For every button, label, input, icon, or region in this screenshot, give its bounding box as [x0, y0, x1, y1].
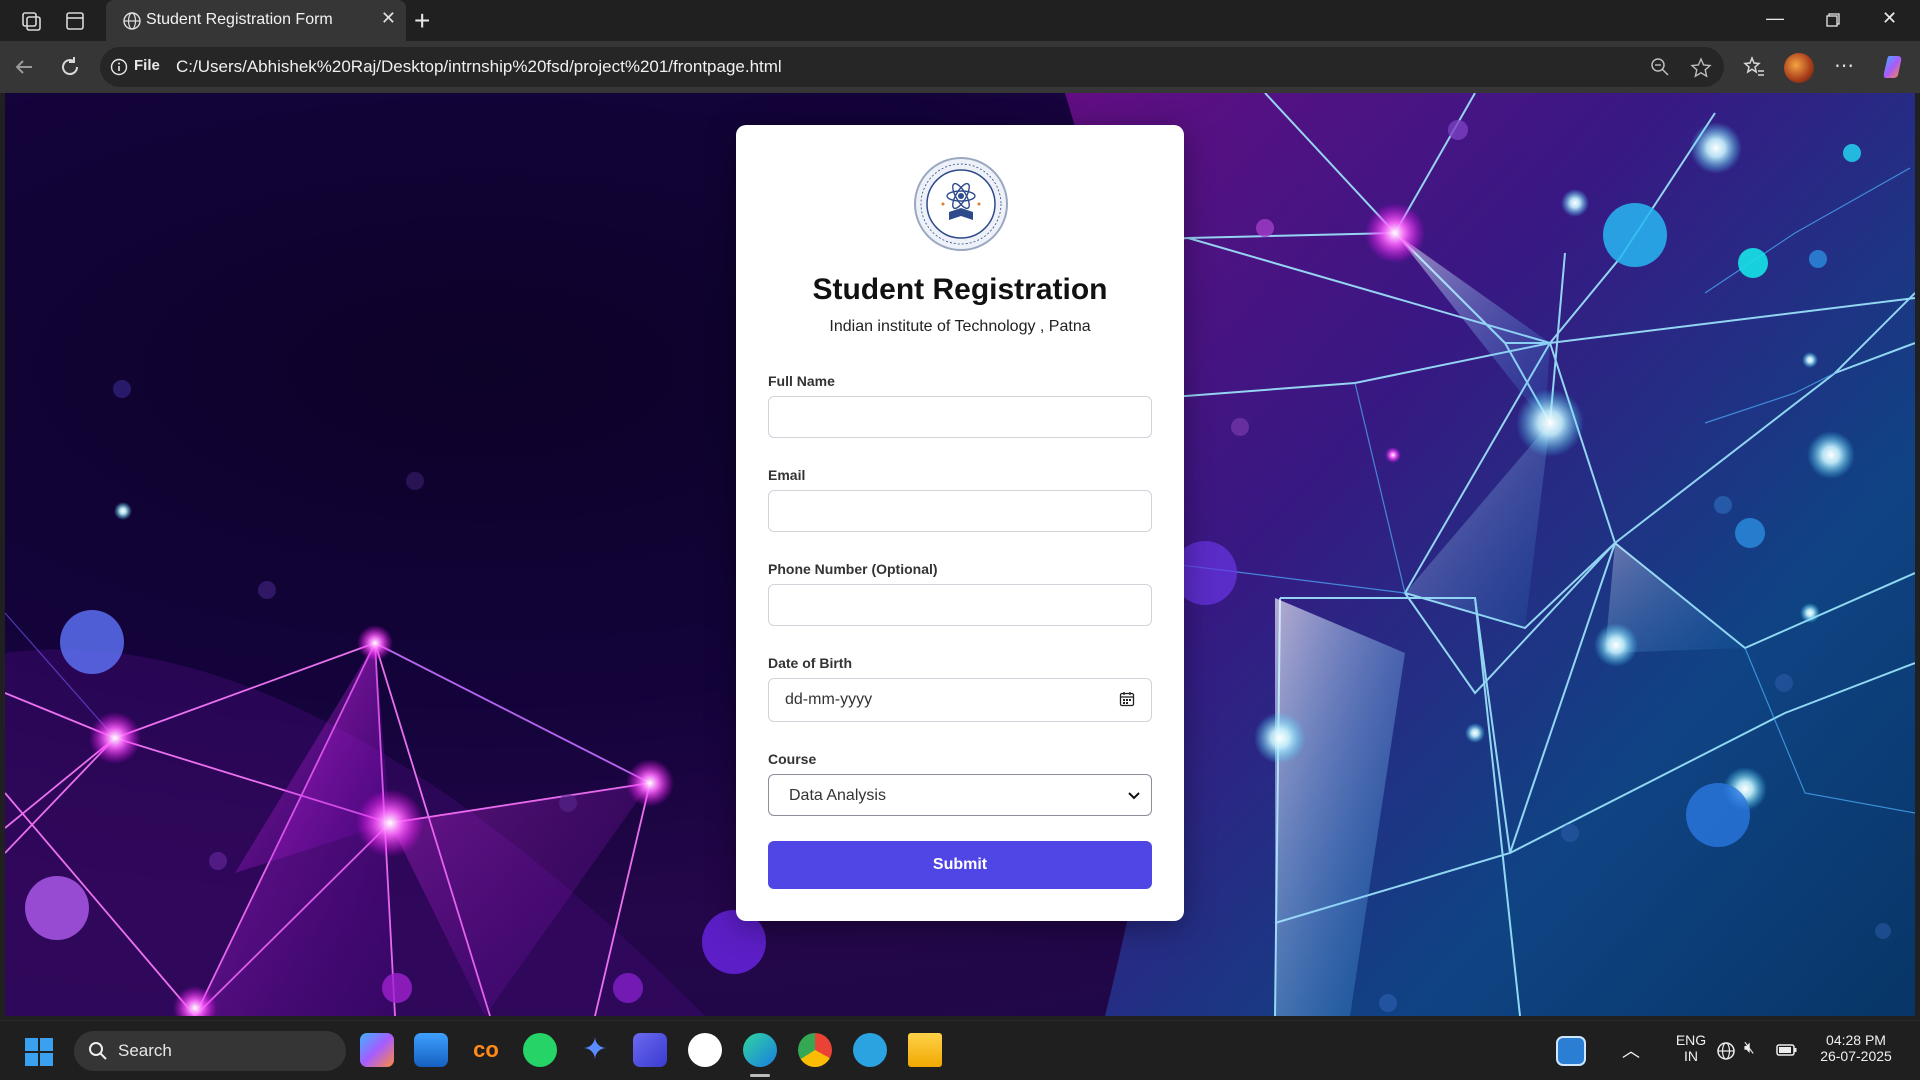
- minimize-icon[interactable]: —: [1766, 8, 1784, 29]
- coursera-icon[interactable]: co: [469, 1033, 503, 1067]
- submit-button[interactable]: Submit: [768, 841, 1152, 889]
- file-explorer-icon[interactable]: [908, 1033, 942, 1067]
- gemini-icon[interactable]: ✦: [578, 1033, 612, 1067]
- workspaces-icon[interactable]: [18, 8, 44, 34]
- network-icon[interactable]: [1716, 1041, 1736, 1061]
- copilot-icon[interactable]: [1880, 53, 1908, 81]
- active-app-indicator: [750, 1074, 770, 1077]
- email-input[interactable]: [768, 490, 1152, 532]
- new-tab-icon[interactable]: +: [414, 5, 430, 37]
- copilot-app-icon[interactable]: [360, 1033, 394, 1067]
- taskbar-search[interactable]: Search: [74, 1031, 346, 1071]
- form-subtitle: Indian institute of Technology , Patna: [829, 318, 1091, 335]
- course-label: Course: [768, 751, 817, 767]
- course-selected-value: Data Analysis: [789, 787, 886, 804]
- globe-icon: [123, 12, 141, 30]
- close-tab-icon[interactable]: ✕: [381, 8, 396, 29]
- course-select[interactable]: Data Analysis: [768, 774, 1152, 816]
- restore-icon[interactable]: [1826, 13, 1840, 27]
- windows-taskbar: Search co ✦ ︿ ENG IN 🔇︎ 04:28 PM 26-07-2…: [0, 1020, 1920, 1080]
- edge-icon[interactable]: [743, 1033, 777, 1067]
- file-scheme-label: File: [134, 57, 160, 74]
- clock-date: 26-07-2025: [1820, 1048, 1892, 1064]
- dob-placeholder: dd-mm-yyyy: [785, 691, 873, 708]
- page-viewport: Student Registration Indian institute of…: [5, 93, 1915, 1016]
- search-icon: [89, 1042, 107, 1060]
- battery-icon[interactable]: [1776, 1041, 1798, 1059]
- close-window-icon[interactable]: ✕: [1882, 8, 1897, 29]
- address-input[interactable]: File C:/Users/Abhishek%20Raj/Desktop/int…: [100, 47, 1724, 87]
- chrome-icon[interactable]: [798, 1033, 832, 1067]
- full-name-label: Full Name: [768, 373, 835, 389]
- registration-form-card: Student Registration Indian institute of…: [736, 125, 1184, 921]
- calendar-icon[interactable]: [1119, 691, 1135, 707]
- active-tab[interactable]: Student Registration Form ✕: [106, 0, 406, 41]
- form-title: Student Registration: [812, 273, 1108, 306]
- url-text: C:/Users/Abhishek%20Raj/Desktop/intrnshi…: [176, 57, 782, 76]
- browser-tab-bar: Student Registration Form ✕ + — ✕: [0, 0, 1920, 41]
- phone-input[interactable]: [768, 584, 1152, 626]
- info-icon[interactable]: [110, 58, 128, 76]
- dob-input[interactable]: dd-mm-yyyy: [768, 678, 1152, 722]
- institute-logo: [914, 157, 1008, 251]
- language-code: ENG: [1675, 1032, 1707, 1048]
- widgets-icon[interactable]: [1556, 1036, 1586, 1066]
- more-options-icon[interactable]: ⋯: [1834, 53, 1855, 78]
- telegram-icon[interactable]: [853, 1033, 887, 1067]
- email-label: Email: [768, 467, 806, 483]
- media-app-icon[interactable]: [414, 1033, 448, 1067]
- visual-studio-icon[interactable]: [633, 1033, 667, 1067]
- phone-label: Phone Number (Optional): [768, 561, 938, 577]
- favorites-icon[interactable]: [1740, 53, 1768, 81]
- whatsapp-icon[interactable]: [523, 1033, 557, 1067]
- chevron-down-icon: [1128, 792, 1140, 800]
- dob-label: Date of Birth: [768, 655, 852, 671]
- refresh-icon[interactable]: [56, 53, 84, 81]
- back-icon[interactable]: [10, 53, 38, 81]
- windows-start-icon[interactable]: [24, 1037, 54, 1067]
- language-indicator[interactable]: ENG IN: [1666, 1032, 1716, 1064]
- tab-actions-icon[interactable]: [62, 8, 88, 34]
- address-bar-row: File C:/Users/Abhishek%20Raj/Desktop/int…: [0, 41, 1920, 93]
- clock-time: 04:28 PM: [1826, 1032, 1886, 1048]
- clock[interactable]: 04:28 PM 26-07-2025: [1806, 1032, 1906, 1064]
- full-name-input[interactable]: [768, 396, 1152, 438]
- profile-avatar[interactable]: [1784, 53, 1814, 83]
- region-code: IN: [1684, 1048, 1698, 1064]
- chatgpt-icon[interactable]: [688, 1033, 722, 1067]
- search-placeholder: Search: [118, 1041, 172, 1060]
- chevron-up-icon[interactable]: ︿: [1622, 1037, 1640, 1063]
- favorite-star-icon[interactable]: [1690, 57, 1712, 79]
- tab-title: Student Registration Form: [146, 11, 333, 28]
- volume-muted-icon[interactable]: 🔇︎: [1744, 1038, 1755, 1058]
- zoom-icon[interactable]: [1650, 57, 1670, 77]
